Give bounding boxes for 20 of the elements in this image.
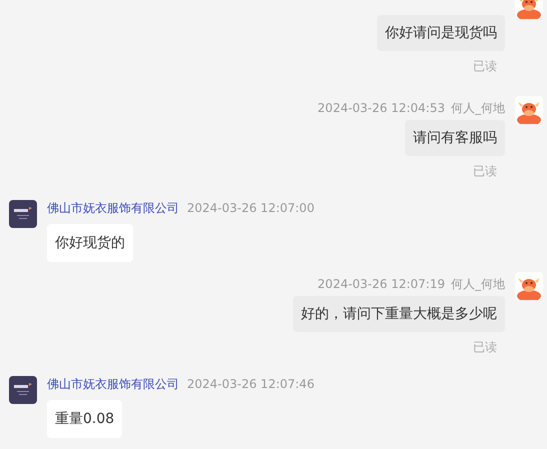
message-time: 2024-03-26 12:07:00 bbox=[187, 200, 314, 217]
message-time: 2024-03-26 12:07:46 bbox=[187, 376, 314, 393]
message-time: 2024-03-26 12:07:19 bbox=[318, 276, 445, 293]
cow-avatar-icon bbox=[515, 272, 543, 300]
sent-message-bubble: 你好请问是现货吗 bbox=[377, 15, 505, 51]
sender-name: 佛山市妩衣服饰有限公司 bbox=[47, 200, 179, 217]
sender-name: 何人_何地 bbox=[451, 100, 505, 117]
sender-name: 何人_何地 bbox=[451, 276, 505, 293]
read-status: 已读 bbox=[473, 58, 497, 74]
sender-name: 佛山市妩衣服饰有限公司 bbox=[47, 376, 179, 393]
message-time: 2024-03-26 12:04:53 bbox=[318, 100, 445, 117]
shop-logo-icon bbox=[9, 200, 37, 228]
cow-avatar-icon bbox=[515, 96, 543, 124]
read-status: 已读 bbox=[473, 339, 497, 355]
sent-message-bubble: 好的，请问下重量大概是多少呢 bbox=[293, 296, 505, 332]
received-message-bubble: 重量0.08 bbox=[47, 400, 122, 438]
read-status: 已读 bbox=[473, 163, 497, 179]
shop-logo-icon bbox=[9, 376, 37, 404]
received-message-bubble: 你好现货的 bbox=[47, 224, 133, 262]
sent-message-bubble: 请问有客服吗 bbox=[405, 120, 505, 156]
